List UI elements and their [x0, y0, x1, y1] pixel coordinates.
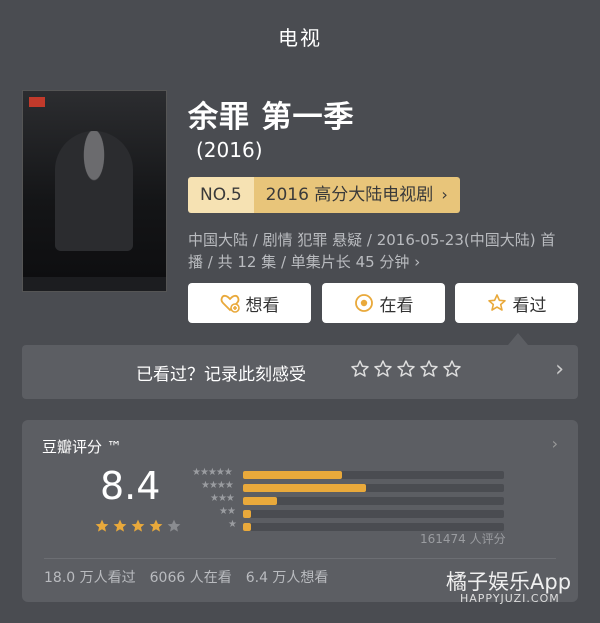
rating-bar-track	[243, 471, 504, 479]
rating-header: 豆瓣评分 ™	[42, 438, 122, 456]
rating-bar-fill	[243, 471, 343, 479]
want-to-watch-button[interactable]: 想看	[188, 283, 311, 323]
stat-watching: 6066 人在看	[149, 570, 232, 586]
chevron-right-icon: ›	[555, 357, 564, 382]
rating-score: 8.4	[100, 464, 161, 508]
star-outline-icon[interactable]	[419, 359, 439, 379]
rank-label-wrap: 2016 高分大陆电视剧 ›	[253, 177, 460, 213]
rating-stars	[94, 518, 182, 534]
rating-bar-fill	[243, 484, 366, 492]
watermark-url: HAPPYJUZI.COM	[460, 592, 560, 605]
show-meta[interactable]: 中国大陆 / 剧情 犯罪 悬疑 / 2016-05-23(中国大陆) 首 播 /…	[188, 229, 583, 273]
star-filled-icon	[113, 519, 127, 532]
record-feeling-text: 已看过？记录此刻感受	[136, 365, 306, 385]
show-year: (2016)	[196, 138, 263, 162]
stat-watched: 18.0 万人看过	[44, 570, 136, 586]
watched-button[interactable]: 看过	[455, 283, 578, 323]
rating-bar-label: ★★★★	[201, 480, 234, 491]
rating-bar-label: ★★	[219, 506, 236, 517]
rating-count: 161474 人评分	[420, 532, 506, 546]
top-bar: 电视	[0, 0, 600, 78]
rate-stars[interactable]	[350, 359, 462, 379]
rank-badge[interactable]: NO.5 2016 高分大陆电视剧 ›	[188, 177, 460, 213]
star-empty-icon	[167, 519, 181, 532]
meta-line-2: 播 / 共 12 集 / 单集片长 45 分钟	[188, 253, 410, 271]
chevron-right-icon: ›	[551, 434, 558, 453]
want-label: 想看	[245, 295, 280, 316]
star-outline-icon[interactable]	[373, 359, 393, 379]
rank-label: 2016 高分大陆电视剧	[265, 185, 434, 205]
watched-label: 看过	[512, 295, 547, 316]
show-poster[interactable]	[22, 90, 167, 292]
chevron-right-icon: ›	[414, 253, 421, 271]
star-outline-icon	[487, 294, 506, 311]
rating-bar-label: ★	[228, 519, 237, 530]
rating-bar-row: ★★★★★	[186, 467, 506, 481]
poster-logo-icon	[29, 97, 45, 107]
rating-bar-fill	[243, 497, 277, 505]
record-feeling-bar[interactable]: 已看过？记录此刻感受 ›	[22, 345, 578, 399]
page-title: 电视	[278, 26, 322, 50]
rating-bar-label: ★★★	[210, 493, 235, 504]
rating-bar-track	[243, 497, 504, 505]
poster-figure	[55, 131, 133, 251]
stat-want: 6.4 万人想看	[245, 570, 329, 586]
star-outline-icon[interactable]	[350, 359, 370, 379]
watching-label: 在看	[379, 295, 414, 316]
chevron-right-icon: ›	[441, 185, 448, 204]
rating-bar-track	[243, 510, 504, 518]
rating-distribution: ★★★★★ ★★★★ ★★★ ★★ ★	[186, 467, 506, 533]
divider	[44, 558, 556, 559]
heart-plus-icon	[220, 294, 240, 313]
rating-bar-fill	[243, 510, 251, 518]
pointer-notch	[508, 333, 528, 345]
star-filled-icon	[131, 519, 145, 532]
rating-bar-label: ★★★★★	[192, 467, 233, 478]
rank-number: NO.5	[188, 177, 254, 213]
meta-line-1: 中国大陆 / 剧情 犯罪 悬疑 / 2016-05-23(中国大陆) 首	[188, 231, 556, 249]
star-filled-icon	[95, 519, 109, 532]
watching-button[interactable]: 在看	[322, 283, 445, 323]
star-outline-icon[interactable]	[442, 359, 462, 379]
target-icon	[354, 294, 373, 312]
rating-bar-track	[243, 484, 504, 492]
poster-strip	[23, 277, 166, 291]
star-filled-icon	[149, 519, 163, 532]
watch-stats: 18.0 万人看过 6066 人在看 6.4 万人想看	[44, 567, 328, 587]
show-title: 余罪 第一季	[188, 100, 355, 135]
rating-bar-fill	[243, 523, 251, 531]
star-outline-icon[interactable]	[396, 359, 416, 379]
rating-bar-row: ★★★★	[186, 480, 506, 494]
